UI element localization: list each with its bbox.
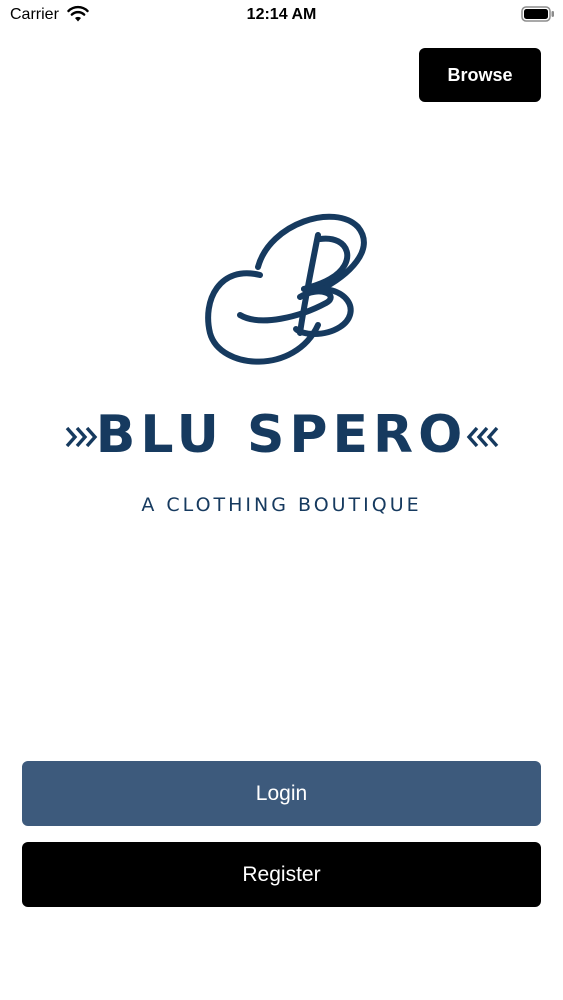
brand-logo: BLU SPERO A CLOTHING BOUTIQUE [60, 200, 503, 530]
browse-button[interactable]: Browse [419, 48, 541, 102]
brand-name: BLU SPERO [95, 405, 468, 465]
brand-tagline: A CLOTHING BOUTIQUE [141, 494, 422, 516]
login-button[interactable]: Login [22, 761, 541, 826]
script-b-monogram-icon [205, 213, 367, 365]
status-bar: Carrier 12:14 AM [0, 0, 563, 30]
clock: 12:14 AM [246, 6, 317, 23]
battery-icon [521, 6, 554, 22]
register-button[interactable]: Register [22, 842, 541, 907]
triple-chevron-icon [466, 426, 499, 448]
